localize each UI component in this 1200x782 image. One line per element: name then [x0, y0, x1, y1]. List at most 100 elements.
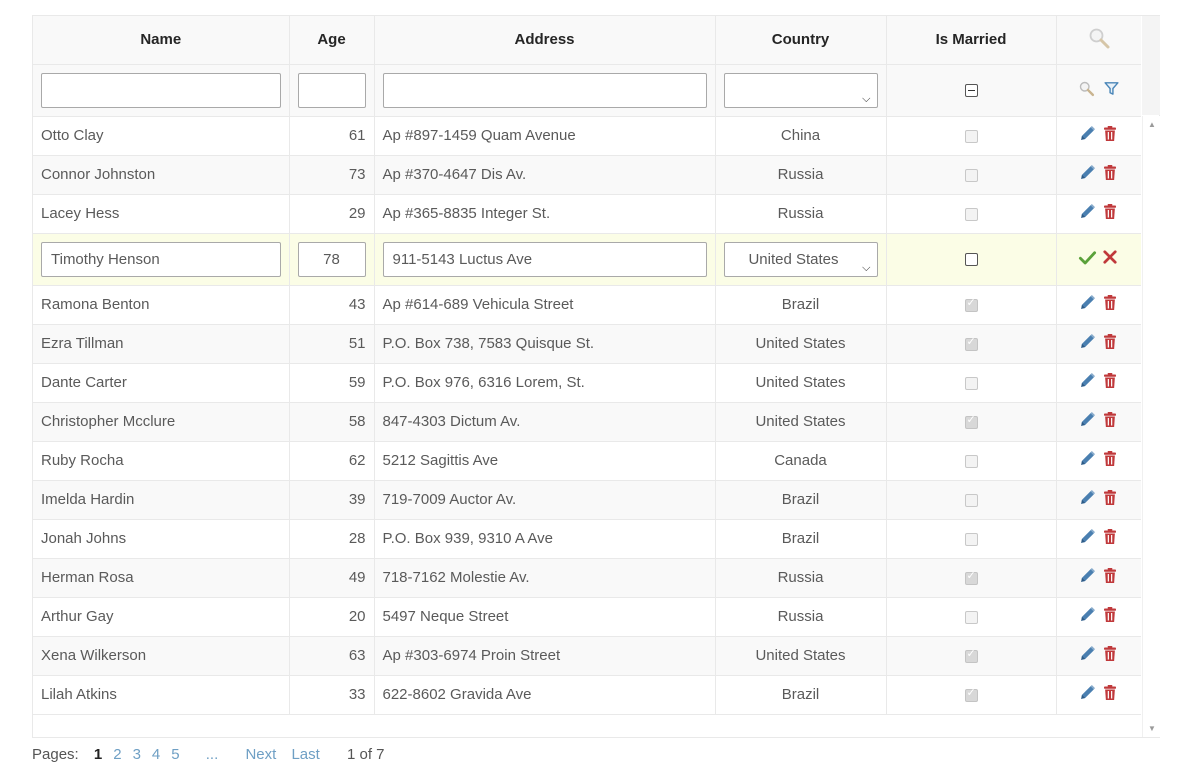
pencil-icon[interactable]	[1078, 488, 1097, 511]
scroll-up-icon[interactable]: ▲	[1148, 120, 1156, 129]
edit-address-input[interactable]: 911-5143 Luctus Ave	[382, 241, 707, 277]
pager-next[interactable]: Next	[245, 746, 276, 763]
cell-name: Christopher Mcclure	[33, 402, 290, 442]
check-icon[interactable]	[1078, 248, 1097, 271]
pencil-icon[interactable]	[1078, 449, 1097, 472]
edit-age-input[interactable]: 78	[297, 241, 366, 277]
cell-control	[1056, 363, 1141, 403]
cell-married	[886, 116, 1057, 156]
header-control	[1056, 16, 1141, 65]
table-row[interactable]: Herman Rosa 49 718-7162 Molestie Av. Russia	[33, 558, 1141, 598]
cell-country: Russia	[715, 194, 887, 234]
cell-married	[886, 480, 1057, 520]
table-row[interactable]: Ramona Benton 43 Ap #614-689 Vehicula Stre…	[33, 285, 1141, 325]
trash-icon[interactable]	[1101, 371, 1119, 394]
grid-body: Otto Clay 61 Ap #897-1459 Quam Avenue China…	[33, 116, 1141, 715]
pager-page-2[interactable]: 2	[113, 746, 121, 763]
table-row[interactable]: Ruby Rocha 62 5212 Sagittis Ave Canada	[33, 441, 1141, 481]
trash-icon[interactable]	[1101, 163, 1119, 186]
table-row[interactable]: Dante Carter 59 P.O. Box 976, 6316 Lorem, …	[33, 363, 1141, 403]
cell-country: Brazil	[715, 480, 887, 520]
table-row[interactable]: Otto Clay 61 Ap #897-1459 Quam Avenue China	[33, 116, 1141, 156]
cell-name: Connor Johnston	[33, 155, 290, 195]
trash-icon[interactable]	[1101, 410, 1119, 433]
header-row: Name Age Address Country Is Married	[33, 16, 1141, 65]
trash-icon[interactable]	[1101, 449, 1119, 472]
search-icon[interactable]	[1078, 80, 1095, 101]
pager-page-5[interactable]: 5	[171, 746, 179, 763]
pager-page-3[interactable]: 3	[133, 746, 141, 763]
table-row[interactable]: Lacey Hess 29 Ap #365-8835 Integer St. Russ…	[33, 194, 1141, 234]
trash-icon[interactable]	[1101, 202, 1119, 225]
cell-name: Lilah Atkins	[33, 675, 290, 715]
pencil-icon[interactable]	[1078, 124, 1097, 147]
scroll-down-icon[interactable]: ▼	[1148, 724, 1156, 733]
filter-name-input[interactable]	[41, 72, 281, 108]
trash-icon[interactable]	[1101, 566, 1119, 589]
married-checkbox	[964, 493, 978, 507]
trash-icon[interactable]	[1101, 332, 1119, 355]
cell-married	[886, 519, 1057, 559]
cell-married	[886, 675, 1057, 715]
pencil-icon[interactable]	[1078, 683, 1097, 706]
trash-icon[interactable]	[1101, 605, 1119, 628]
header-address[interactable]: Address	[374, 16, 716, 65]
filter-age-input[interactable]	[297, 72, 366, 108]
cell-address: 5497 Neque Street	[374, 597, 716, 637]
filter-country-select[interactable]: ⌵	[723, 72, 878, 108]
header-age[interactable]: Age	[289, 16, 375, 65]
chevron-down-icon: ⌵	[862, 92, 871, 105]
table-row[interactable]: Imelda Hardin 39 719-7009 Auctor Av. Brazil	[33, 480, 1141, 520]
cell-married	[886, 285, 1057, 325]
cell-address: P.O. Box 976, 6316 Lorem, St.	[374, 363, 716, 403]
edit-name-input[interactable]: Timothy Henson	[41, 241, 281, 277]
pencil-icon[interactable]	[1078, 644, 1097, 667]
trash-icon[interactable]	[1101, 527, 1119, 550]
table-row[interactable]: Arthur Gay 20 5497 Neque Street Russia	[33, 597, 1141, 637]
table-row[interactable]: Xena Wilkerson 63 Ap #303-6974 Proin Stree…	[33, 636, 1141, 676]
filter-married-checkbox[interactable]	[964, 84, 978, 98]
table-row[interactable]: Christopher Mcclure 58 847-4303 Dictum Av.…	[33, 402, 1141, 442]
cell-married	[886, 441, 1057, 481]
jsgrid: Name Age Address Country Is Married ⌵ Ot…	[32, 15, 1161, 738]
edit-country-select[interactable]: United States ⌵	[723, 241, 878, 277]
pencil-icon[interactable]	[1078, 527, 1097, 550]
table-row[interactable]: Jonah Johns 28 P.O. Box 939, 9310 A Ave Bra…	[33, 519, 1141, 559]
cell-country: Brazil	[715, 675, 887, 715]
pager-page-4[interactable]: 4	[152, 746, 160, 763]
edit-married-checkbox[interactable]	[964, 253, 978, 267]
table-row[interactable]: Connor Johnston 73 Ap #370-4647 Dis Av. Rus…	[33, 155, 1141, 195]
trash-icon[interactable]	[1101, 488, 1119, 511]
pencil-icon[interactable]	[1078, 163, 1097, 186]
cell-control	[1056, 116, 1141, 156]
pencil-icon[interactable]	[1078, 371, 1097, 394]
cell-country: Russia	[715, 155, 887, 195]
filter-row: ⌵	[33, 64, 1141, 117]
pager-ellipsis[interactable]: ...	[206, 746, 219, 763]
cell-country: Brazil	[715, 519, 887, 559]
scrollbar-header-spacer	[1142, 16, 1160, 115]
vertical-scrollbar[interactable]: ▲ ▼	[1142, 116, 1161, 737]
header-name[interactable]: Name	[33, 16, 290, 65]
trash-icon[interactable]	[1101, 124, 1119, 147]
pencil-icon[interactable]	[1078, 293, 1097, 316]
pencil-icon[interactable]	[1078, 566, 1097, 589]
pencil-icon[interactable]	[1078, 202, 1097, 225]
trash-icon[interactable]	[1101, 293, 1119, 316]
table-row[interactable]: Ezra Tillman 51 P.O. Box 738, 7583 Quisque…	[33, 324, 1141, 364]
filter-address-input[interactable]	[382, 72, 707, 108]
trash-icon[interactable]	[1101, 683, 1119, 706]
cell-age: 59	[289, 363, 375, 403]
pencil-icon[interactable]	[1078, 410, 1097, 433]
search-icon[interactable]	[1087, 26, 1111, 54]
pencil-icon[interactable]	[1078, 332, 1097, 355]
pencil-icon[interactable]	[1078, 605, 1097, 628]
cell-control	[1056, 519, 1141, 559]
trash-icon[interactable]	[1101, 644, 1119, 667]
table-row[interactable]: Lilah Atkins 33 622-8602 Gravida Ave Brazil	[33, 675, 1141, 715]
header-country[interactable]: Country	[715, 16, 887, 65]
close-icon[interactable]	[1101, 248, 1119, 270]
filter-icon[interactable]	[1103, 80, 1120, 101]
pager-last[interactable]: Last	[291, 746, 319, 763]
header-married[interactable]: Is Married	[886, 16, 1057, 65]
